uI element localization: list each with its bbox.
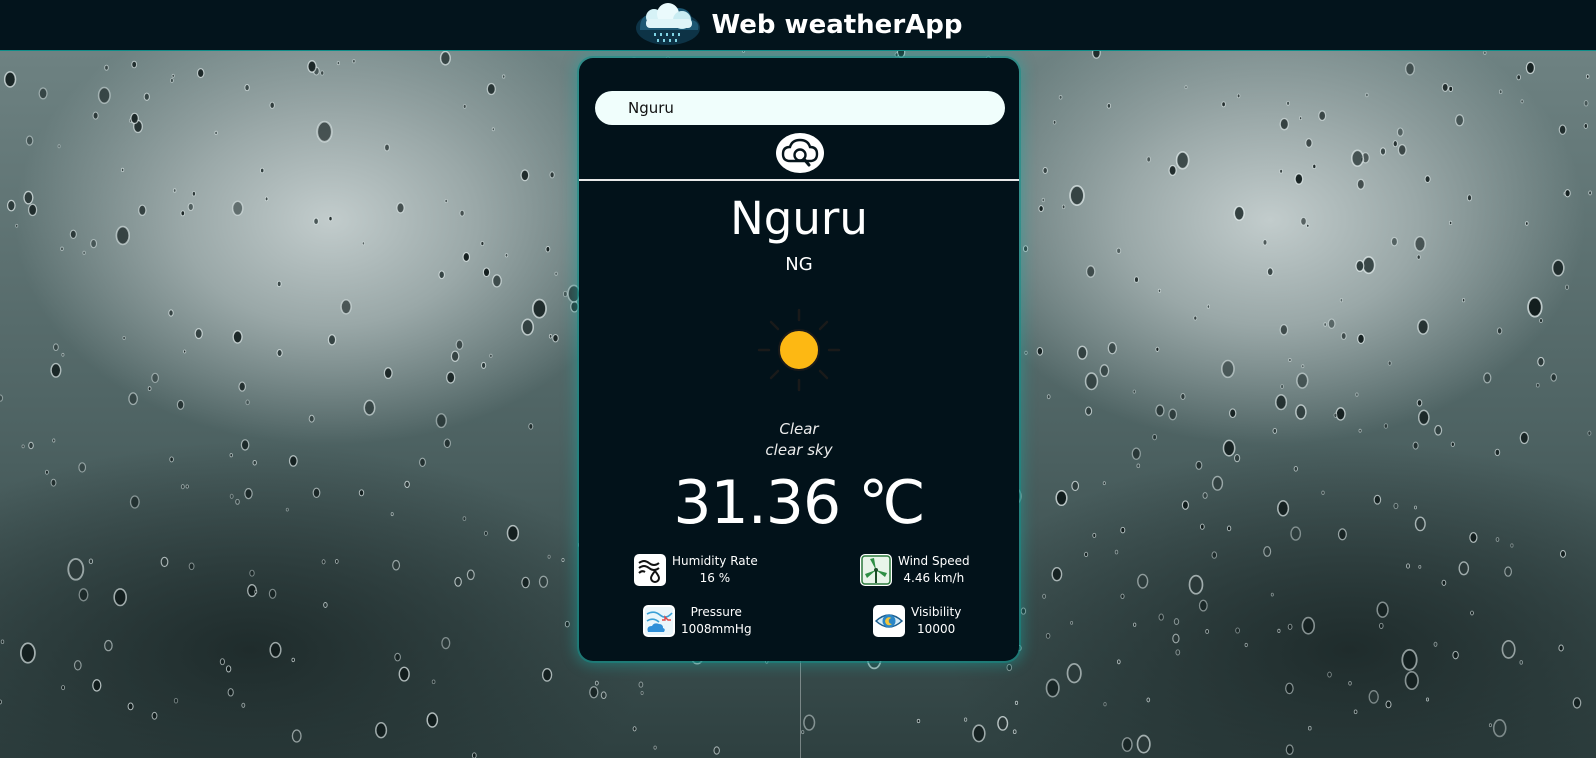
- weather-main: Clear: [779, 420, 819, 438]
- brand[interactable]: Web weatherApp: [634, 2, 963, 48]
- top-bar: Web weatherApp: [0, 0, 1596, 51]
- visibility-value: 10000: [917, 622, 956, 636]
- wind-value: 4.46 km/h: [903, 571, 965, 585]
- temperature: 31.36 ℃: [673, 468, 925, 538]
- sun-icon: [757, 308, 841, 392]
- card-divider: [579, 179, 1019, 181]
- search-button[interactable]: [776, 133, 824, 173]
- city-search-input[interactable]: [595, 91, 1005, 125]
- weather-description: clear sky: [765, 441, 833, 459]
- humidity-label: Humidity Rate: [672, 554, 758, 568]
- wind-label: Wind Speed: [898, 554, 970, 568]
- wind-stat: Wind Speed 4.46 km/h: [860, 553, 970, 587]
- visibility-label: Visibility: [911, 605, 962, 619]
- country-code: NG: [785, 254, 813, 275]
- cloud-rain-icon: [635, 3, 700, 45]
- humidity-stat: Humidity Rate 16 %: [634, 553, 758, 587]
- pressure-map-icon: [643, 605, 675, 637]
- humidity-value: 16 %: [699, 571, 731, 585]
- eye-icon: [873, 605, 905, 637]
- visibility-stat: Visibility 10000: [873, 604, 961, 638]
- pressure-stat: Pressure 1008mmHg: [643, 604, 752, 638]
- humidity-icon: [634, 554, 666, 586]
- pressure-value: 1008mmHg: [681, 622, 752, 636]
- background-seam: [800, 660, 801, 758]
- app-title: Web weatherApp: [711, 10, 963, 40]
- city-name: Nguru: [730, 192, 868, 245]
- weather-card: Nguru NG Clear clear sky 31.36 ℃ Humidit…: [579, 58, 1019, 661]
- wind-turbine-icon: [860, 554, 892, 586]
- cloud-search-icon: [781, 138, 819, 167]
- pressure-label: Pressure: [690, 605, 742, 619]
